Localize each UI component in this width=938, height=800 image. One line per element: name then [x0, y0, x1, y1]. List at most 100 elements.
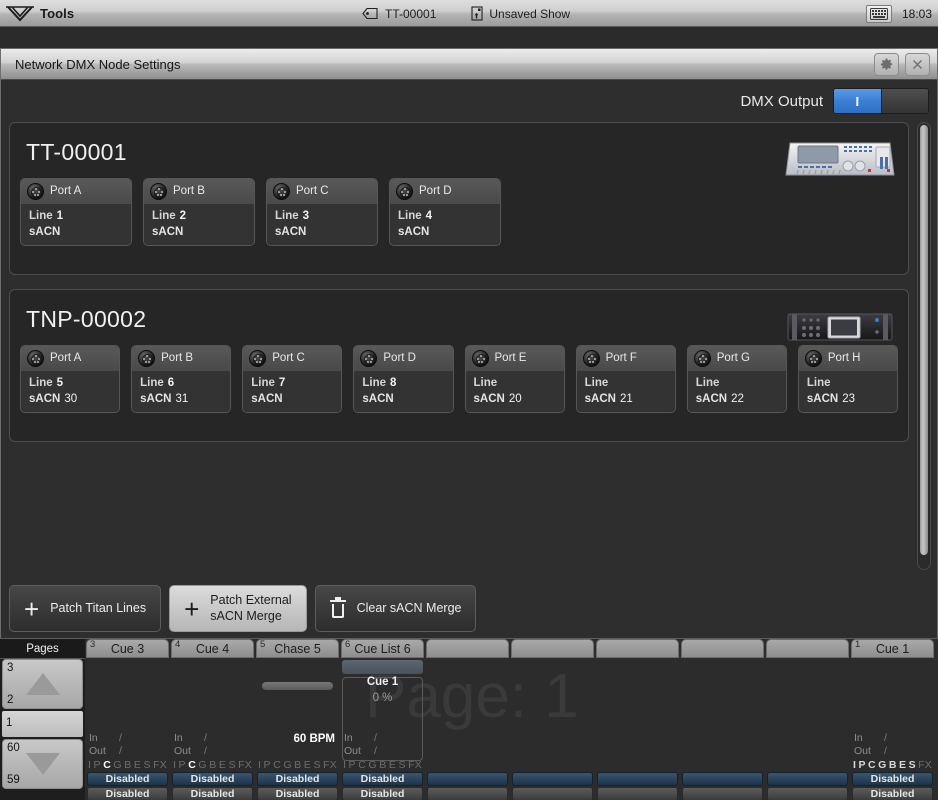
- port-card[interactable]: Port G Line sACN22: [687, 345, 787, 413]
- playback-column[interactable]: [426, 658, 509, 800]
- playback-column[interactable]: [766, 658, 849, 800]
- playback-button-top[interactable]: [512, 772, 593, 786]
- scrollbar-thumb[interactable]: [920, 125, 928, 555]
- tools-menu-label[interactable]: Tools: [40, 6, 74, 21]
- dialog-titlebar[interactable]: Network DMX Node Settings: [1, 49, 937, 80]
- port-protocol-row: sACN31: [140, 393, 222, 405]
- playback-column[interactable]: [511, 658, 594, 800]
- topbar-showfile-name[interactable]: Unsaved Show: [471, 6, 570, 21]
- playback-button-top[interactable]: Disabled: [257, 772, 338, 786]
- port-line-value: 7: [279, 377, 285, 389]
- clear-sacn-merge-button[interactable]: Clear sACN Merge: [315, 585, 477, 632]
- port-card[interactable]: Port D Line8 sACN: [353, 345, 453, 413]
- playback-tab[interactable]: [681, 639, 764, 658]
- page-up-button[interactable]: 3 2: [2, 659, 83, 709]
- playback-column[interactable]: Cue 1 0 % In/ Out/ I P C G B E S FX: [341, 658, 424, 800]
- playback-column[interactable]: [596, 658, 679, 800]
- playback-button-bottom[interactable]: Disabled: [87, 787, 168, 800]
- playback-column[interactable]: 60 BPM I P C G B E S FX Disabled Disable…: [256, 658, 339, 800]
- patch-titan-lines-button[interactable]: + Patch Titan Lines: [9, 585, 161, 632]
- playback-tab[interactable]: [511, 639, 594, 658]
- playback-tab[interactable]: [596, 639, 679, 658]
- playback-button-bottom[interactable]: Disabled: [852, 787, 933, 800]
- node-ports: Port A Line5 sACN30: [20, 345, 898, 413]
- playback-button-top[interactable]: [597, 772, 678, 786]
- playback-button-top[interactable]: Disabled: [87, 772, 168, 786]
- port-card[interactable]: Port B Line2 sACN: [143, 178, 255, 246]
- playback-tab[interactable]: 5Chase 5: [256, 639, 339, 658]
- playback-fader[interactable]: [262, 682, 333, 690]
- playback-column[interactable]: In/ Out/ I P C G B E S FX Disabled Disa: [171, 658, 254, 800]
- port-line-label: Line: [585, 377, 609, 389]
- fade-out-value: /: [374, 745, 377, 758]
- avolites-logo-icon[interactable]: [0, 5, 40, 22]
- port-card[interactable]: Port H Line sACN23: [798, 345, 898, 413]
- port-protocol-label: sACN: [275, 226, 306, 238]
- port-card[interactable]: Port B Line6 sACN31: [131, 345, 231, 413]
- topbar-console-name[interactable]: TT-00001: [362, 7, 436, 21]
- playback-button-bottom[interactable]: Disabled: [172, 787, 253, 800]
- dmx-output-toggle-off[interactable]: [881, 89, 929, 113]
- flag-b: B: [294, 759, 301, 771]
- port-card[interactable]: Port A Line1 sACN: [20, 178, 132, 246]
- dmx-din-connector-icon: [396, 183, 413, 200]
- playback-tab[interactable]: [426, 639, 509, 658]
- playback-tab[interactable]: 6Cue List 6: [341, 639, 424, 658]
- port-protocol-value: 23: [842, 393, 855, 405]
- flag-g: G: [368, 759, 376, 771]
- playback-column[interactable]: In/ Out/ I P C G B E S FX Disabled Disa: [86, 658, 169, 800]
- playback-button-top[interactable]: Disabled: [852, 772, 933, 786]
- patch-titan-lines-label: Patch Titan Lines: [50, 601, 146, 617]
- port-card[interactable]: Port C Line3 sACN: [266, 178, 378, 246]
- playback-tab[interactable]: 4Cue 4: [171, 639, 254, 658]
- port-body: Line7 sACN: [243, 371, 341, 412]
- tab-number: 3: [90, 639, 95, 650]
- playback-button-top[interactable]: Disabled: [342, 772, 423, 786]
- dialog-vertical-scrollbar[interactable]: [917, 122, 931, 570]
- playback-tab[interactable]: 1Cue 1: [851, 639, 934, 658]
- playback-button-top[interactable]: [427, 772, 508, 786]
- port-card[interactable]: Port F Line sACN21: [576, 345, 676, 413]
- node-panel[interactable]: TT-00001: [9, 122, 909, 275]
- playback-tab[interactable]: 3Cue 3: [86, 639, 169, 658]
- playback-button-top[interactable]: Disabled: [172, 772, 253, 786]
- playback-button-top[interactable]: [767, 772, 848, 786]
- gear-icon[interactable]: [874, 53, 899, 76]
- flag-e: E: [304, 759, 311, 771]
- playback-button-bottom[interactable]: Disabled: [257, 787, 338, 800]
- page-current[interactable]: 1: [2, 711, 83, 737]
- playback-button-bottom[interactable]: [767, 787, 848, 800]
- playback-tab[interactable]: [766, 639, 849, 658]
- port-card[interactable]: Port C Line7 sACN: [242, 345, 342, 413]
- fade-out-label: Out: [344, 745, 374, 758]
- tab-number: 1: [855, 639, 860, 650]
- port-card[interactable]: Port E Line sACN20: [465, 345, 565, 413]
- port-protocol-label: sACN: [362, 393, 393, 405]
- page-down-button[interactable]: 60 59: [2, 739, 83, 789]
- trash-icon: [330, 600, 346, 618]
- dmx-output-toggle[interactable]: I: [833, 88, 929, 114]
- node-title: TNP-00002: [26, 306, 898, 333]
- flag-e: E: [219, 759, 226, 771]
- port-card[interactable]: Port A Line5 sACN30: [20, 345, 120, 413]
- flag-i: I: [853, 759, 856, 771]
- playback-column[interactable]: In/ Out/ I P C G B E S FX Disabled Disa: [851, 658, 934, 800]
- playback-column[interactable]: [681, 658, 764, 800]
- playback-button-bottom[interactable]: [597, 787, 678, 800]
- flag-b: B: [889, 759, 897, 771]
- port-card[interactable]: Port D Line4 sACN: [389, 178, 501, 246]
- keyboard-icon[interactable]: [866, 5, 892, 23]
- playback-attribute-flags: I P C G B E S FX: [343, 759, 422, 771]
- playback-button-bottom[interactable]: [427, 787, 508, 800]
- playback-button-bottom[interactable]: [512, 787, 593, 800]
- playback-button-top[interactable]: [682, 772, 763, 786]
- fade-in-value: /: [204, 732, 207, 745]
- fade-in-value: /: [119, 732, 122, 745]
- patch-external-sacn-merge-button[interactable]: + Patch External sACN Merge: [169, 585, 306, 632]
- flag-b: B: [379, 759, 386, 771]
- node-panel[interactable]: TNP-00002: [9, 289, 909, 442]
- playback-button-bottom[interactable]: Disabled: [342, 787, 423, 800]
- playback-button-bottom[interactable]: [682, 787, 763, 800]
- dmx-output-toggle-on[interactable]: I: [834, 89, 881, 113]
- close-icon[interactable]: [905, 53, 930, 76]
